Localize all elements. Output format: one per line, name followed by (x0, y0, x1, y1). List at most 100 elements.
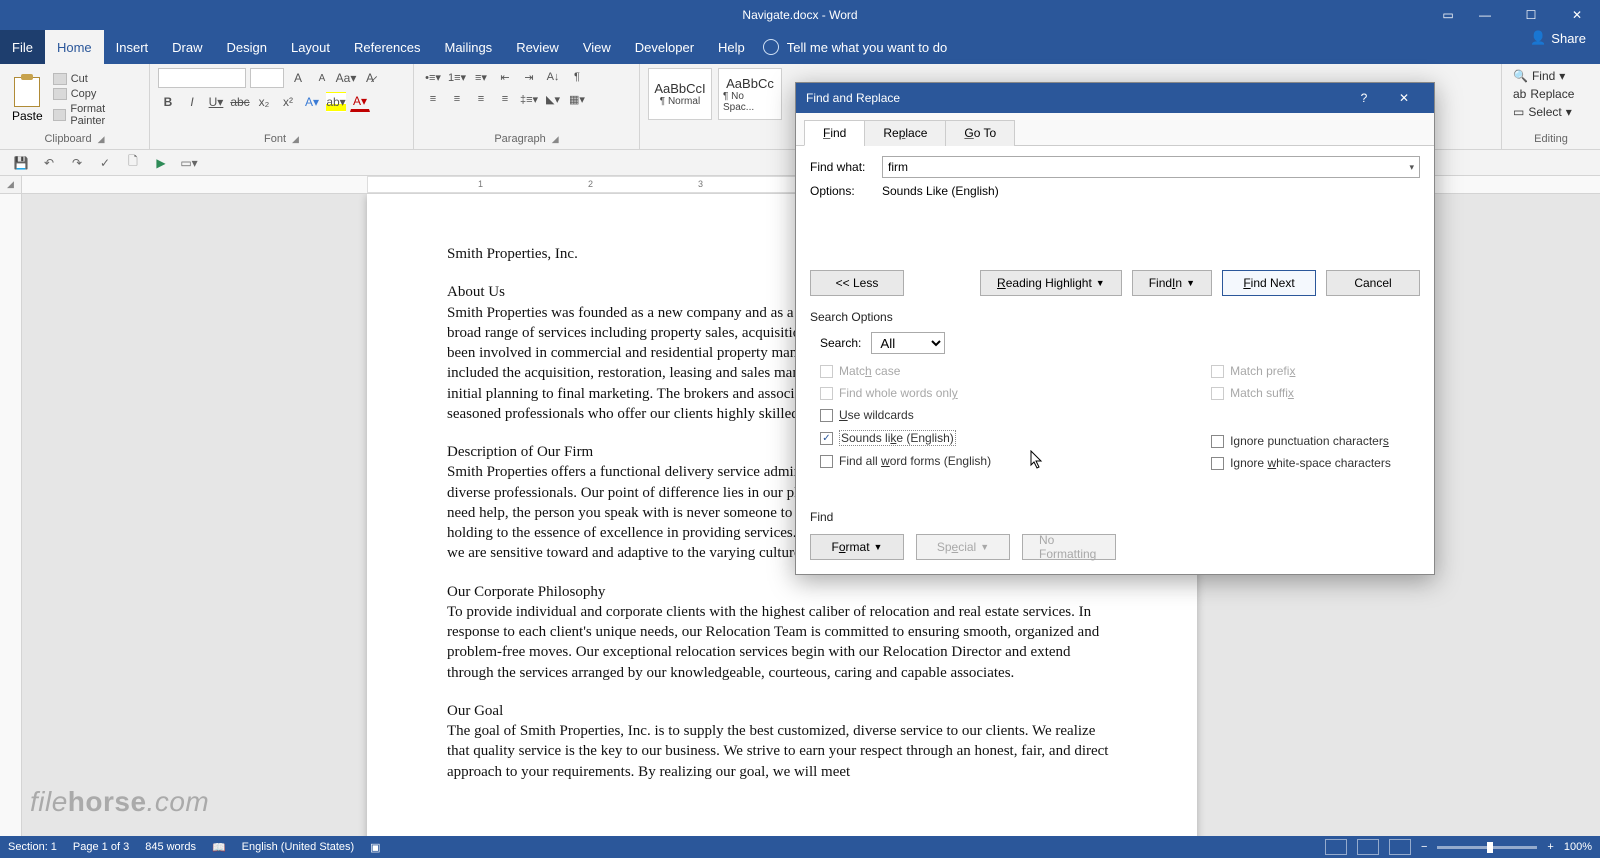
font-color-button[interactable]: A▾ (350, 92, 370, 112)
zoom-out-button[interactable]: − (1421, 841, 1427, 853)
find-what-input[interactable]: firm ▾ (882, 156, 1420, 178)
shrink-font-button[interactable]: A (312, 68, 332, 88)
sounds-like-checkbox[interactable]: Sounds like (English) (820, 430, 991, 446)
clear-formatting-button[interactable]: A̷ (360, 68, 380, 88)
copy-button[interactable]: Copy (53, 88, 141, 100)
search-direction-select[interactable]: All (871, 332, 945, 354)
read-mode-button[interactable] (1325, 839, 1347, 855)
line-spacing-button[interactable]: ‡≡▾ (518, 90, 540, 108)
clipboard-dialog-launcher[interactable]: ◢ (98, 134, 105, 145)
change-case-button[interactable]: Aa▾ (336, 68, 356, 88)
tab-review[interactable]: Review (504, 30, 571, 64)
less-button[interactable]: << Less (810, 270, 904, 296)
chevron-down-icon[interactable]: ▾ (1409, 162, 1414, 173)
spellcheck-icon[interactable]: 📖 (212, 841, 226, 854)
paragraph-dialog-launcher[interactable]: ◢ (552, 134, 559, 145)
increase-indent-button[interactable]: ⇥ (518, 68, 540, 86)
justify-button[interactable]: ≡ (494, 90, 516, 108)
cut-button[interactable]: Cut (53, 73, 141, 85)
paste-button[interactable]: Paste (8, 75, 47, 125)
subscript-button[interactable]: x₂ (254, 92, 274, 112)
tab-draw[interactable]: Draw (160, 30, 214, 64)
borders-button[interactable]: ▦▾ (566, 90, 588, 108)
strikethrough-button[interactable]: abc (230, 92, 250, 112)
zoom-slider[interactable] (1437, 846, 1537, 849)
print-layout-button[interactable] (1357, 839, 1379, 855)
show-marks-button[interactable]: ¶ (566, 68, 588, 86)
font-size-combo[interactable] (250, 68, 284, 88)
dialog-close-button[interactable]: ✕ (1384, 83, 1424, 113)
style-normal[interactable]: AaBbCcI ¶ Normal (648, 68, 712, 120)
save-icon[interactable]: 💾 (12, 154, 30, 172)
format-painter-button[interactable]: Format Painter (53, 103, 141, 127)
status-section[interactable]: Section: 1 (8, 841, 57, 853)
tab-mailings[interactable]: Mailings (433, 30, 505, 64)
dialog-tab-replace[interactable]: Replace (864, 120, 946, 146)
tab-view[interactable]: View (571, 30, 623, 64)
align-left-button[interactable]: ≡ (422, 90, 444, 108)
word-forms-checkbox[interactable]: Find all word forms (English) (820, 454, 991, 468)
qat-box-icon[interactable]: ▭▾ (180, 154, 198, 172)
shading-button[interactable]: ◣▾ (542, 90, 564, 108)
font-dialog-launcher[interactable]: ◢ (292, 134, 299, 145)
maximize-button[interactable]: ☐ (1508, 0, 1554, 30)
web-layout-button[interactable] (1389, 839, 1411, 855)
tab-references[interactable]: References (342, 30, 432, 64)
dialog-tab-find[interactable]: Find (804, 120, 865, 146)
status-page[interactable]: Page 1 of 3 (73, 841, 129, 853)
numbering-button[interactable]: 1≡▾ (446, 68, 468, 86)
align-center-button[interactable]: ≡ (446, 90, 468, 108)
qat-check-icon[interactable]: ✓ (96, 154, 114, 172)
decrease-indent-button[interactable]: ⇤ (494, 68, 516, 86)
bold-button[interactable]: B (158, 92, 178, 112)
tab-home[interactable]: Home (45, 30, 104, 64)
find-button[interactable]: 🔍Find ▾ (1510, 68, 1592, 84)
replace-button[interactable]: abReplace (1510, 86, 1592, 102)
play-icon[interactable]: ▶ (152, 154, 170, 172)
zoom-level[interactable]: 100% (1564, 841, 1592, 853)
share-button[interactable]: 👤 Share (1530, 30, 1586, 46)
tell-me-search[interactable]: Tell me what you want to do (763, 30, 947, 64)
close-button[interactable]: ✕ (1554, 0, 1600, 30)
find-next-button[interactable]: Find Next (1222, 270, 1316, 296)
text-effects-button[interactable]: A▾ (302, 92, 322, 112)
dialog-tab-goto[interactable]: Go To (945, 120, 1015, 146)
bullets-button[interactable]: •≡▾ (422, 68, 444, 86)
format-button[interactable]: Format▼ (810, 534, 904, 560)
undo-icon[interactable]: ↶ (40, 154, 58, 172)
status-words[interactable]: 845 words (145, 841, 196, 853)
superscript-button[interactable]: x² (278, 92, 298, 112)
ruler-corner[interactable]: ◢ (0, 176, 22, 194)
minimize-button[interactable]: — (1462, 0, 1508, 30)
cancel-button[interactable]: Cancel (1326, 270, 1420, 296)
underline-button[interactable]: U▾ (206, 92, 226, 112)
ignore-punctuation-checkbox[interactable]: Ignore punctuation characters (1211, 434, 1391, 448)
tab-design[interactable]: Design (215, 30, 279, 64)
tab-help[interactable]: Help (706, 30, 757, 64)
align-right-button[interactable]: ≡ (470, 90, 492, 108)
italic-button[interactable]: I (182, 92, 202, 112)
tab-layout[interactable]: Layout (279, 30, 342, 64)
ignore-whitespace-checkbox[interactable]: Ignore white-space characters (1211, 456, 1391, 470)
status-language[interactable]: English (United States) (242, 841, 355, 853)
tab-insert[interactable]: Insert (104, 30, 161, 64)
multilevel-button[interactable]: ≡▾ (470, 68, 492, 86)
style-no-spacing[interactable]: AaBbCc ¶ No Spac... (718, 68, 782, 120)
tab-developer[interactable]: Developer (623, 30, 706, 64)
highlight-button[interactable]: ab▾ (326, 92, 346, 112)
ribbon-display-options-icon[interactable]: ▭ (1436, 8, 1460, 22)
sort-button[interactable]: A↓ (542, 68, 564, 86)
select-button[interactable]: ▭Select ▾ (1510, 104, 1592, 120)
wildcards-checkbox[interactable]: Use wildcards (820, 408, 991, 422)
grow-font-button[interactable]: A (288, 68, 308, 88)
zoom-in-button[interactable]: + (1547, 841, 1553, 853)
find-in-button[interactable]: Find In▼ (1132, 270, 1212, 296)
new-doc-icon[interactable]: 🗋 (124, 154, 142, 172)
dialog-titlebar[interactable]: Find and Replace ? ✕ (796, 83, 1434, 113)
reading-highlight-button[interactable]: Reading Highlight▼ (980, 270, 1122, 296)
macro-record-icon[interactable]: ▣ (370, 841, 380, 854)
tab-file[interactable]: File (0, 30, 45, 64)
vertical-ruler[interactable] (0, 194, 22, 836)
font-name-combo[interactable] (158, 68, 246, 88)
redo-icon[interactable]: ↷ (68, 154, 86, 172)
